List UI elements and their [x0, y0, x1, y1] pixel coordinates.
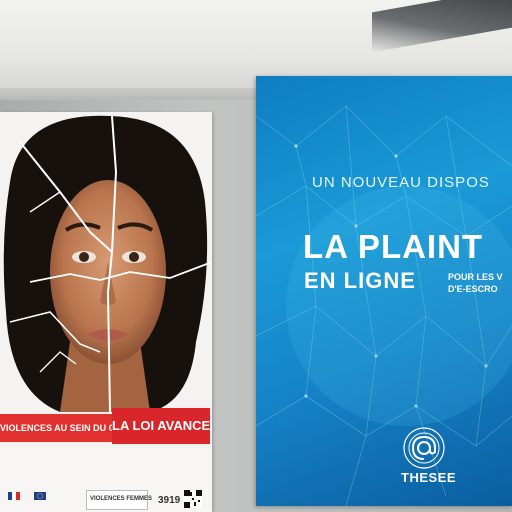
- woman-portrait-photo: [0, 112, 212, 412]
- banner-violences-text: VIOLENCES AU SEIN DU COUPLE: [0, 414, 116, 442]
- poster-title-line1: LA PLAINT: [303, 228, 484, 265]
- thesee-at-sign-icon: [403, 427, 445, 469]
- french-flag-icon: [8, 492, 20, 500]
- eu-flag-icon: [34, 492, 46, 500]
- poster-side-line2: D'E-ESCRO: [448, 284, 498, 294]
- banner-loi-avance-text: LA LOI AVANCE: [112, 408, 210, 444]
- poster-subtitle: UN NOUVEAU DISPOS: [312, 174, 490, 191]
- poster-title-line2: EN LIGNE: [304, 268, 416, 293]
- qr-code-icon: [184, 490, 202, 508]
- domestic-violence-poster: VIOLENCES AU SEIN DU COUPLE LA LOI AVANC…: [0, 112, 212, 512]
- phone-number: 3919: [158, 495, 181, 506]
- thesee-label: THESEE: [401, 470, 457, 485]
- plainte-en-ligne-poster: UN NOUVEAU DISPOS LA PLAINT EN LIGNE POU…: [256, 76, 512, 506]
- violences-femmes-logo: VIOLENCES FEMMES: [86, 490, 152, 510]
- poster-side-line1: POUR LES V: [448, 272, 503, 282]
